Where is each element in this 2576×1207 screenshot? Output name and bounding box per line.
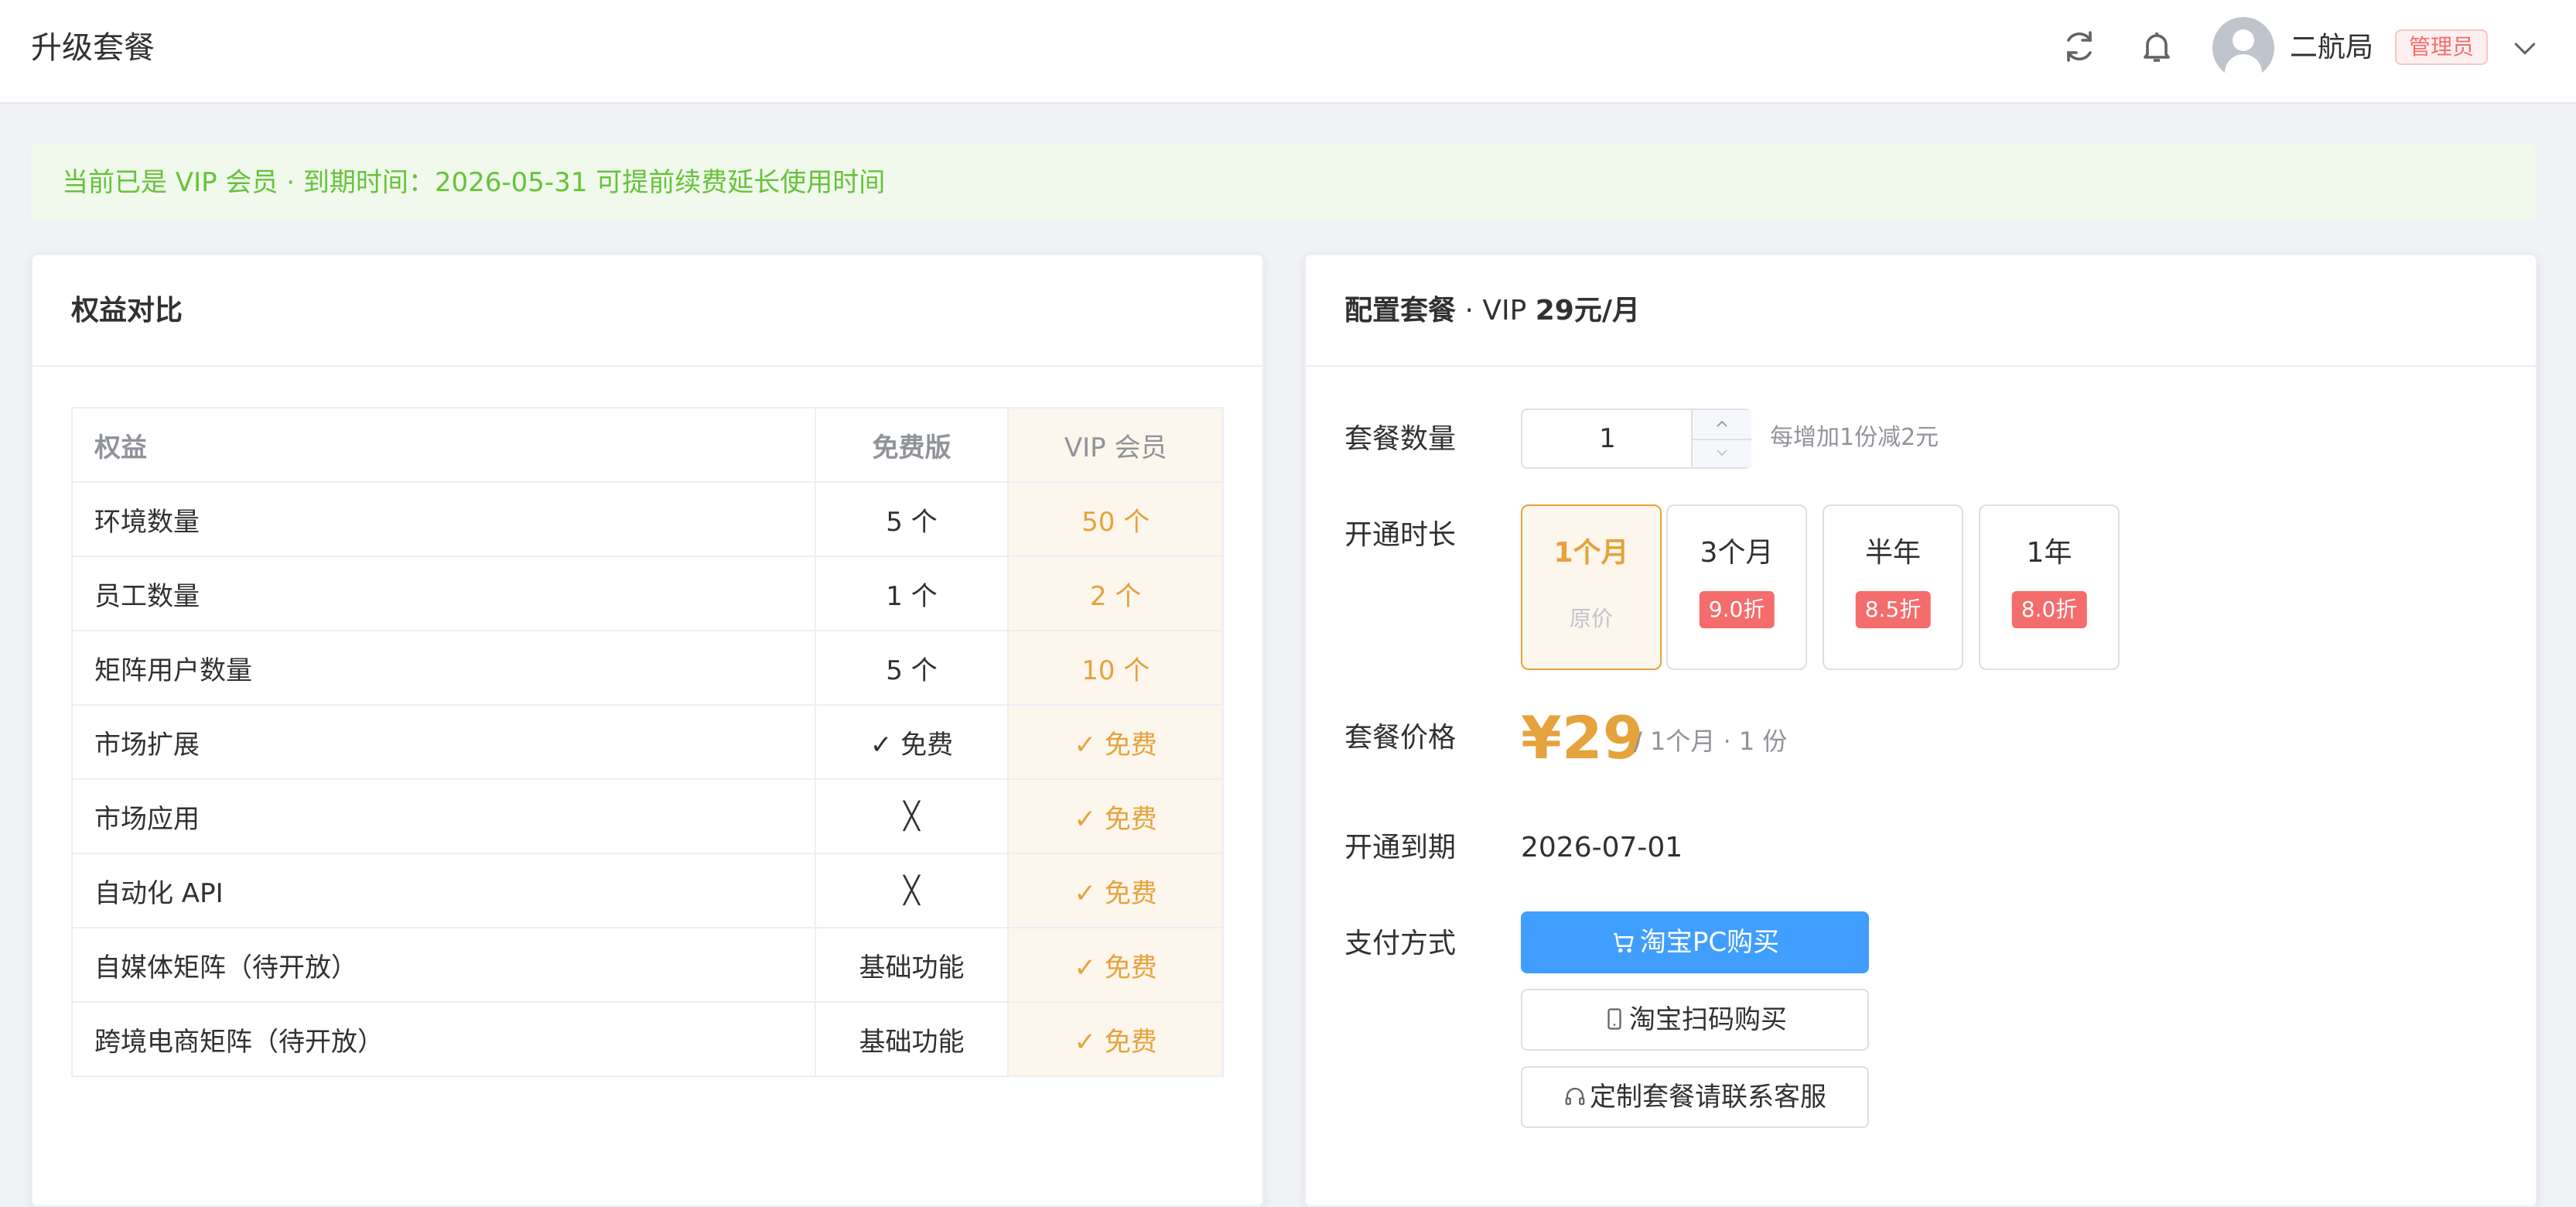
qty-label: 套餐数量 [1344,423,1457,455]
benefits-title: 权益对比 [32,255,1262,367]
decrement-button[interactable] [1693,439,1751,467]
col-benefit: 权益 [71,407,816,483]
vip-value: ✓ 免费 [1007,853,1224,928]
page-title: 升级套餐 [31,30,155,66]
original-price-note: 原价 [1569,606,1613,631]
duration-label: 开通时长 [1344,519,1457,551]
phone-icon [1607,1007,1621,1030]
benefit-name: 自媒体矩阵（待开放） [71,927,816,1003]
vip-status-alert: 当前已是 VIP 会员 · 到期时间：2026-05-31 可提前续费延长使用时… [31,144,2536,221]
table-row: 环境数量 5 个 50 个 [71,481,1224,557]
free-value: 基础功能 [814,927,1010,1003]
free-value: 基础功能 [814,1001,1010,1077]
user-name[interactable]: 二航局 [2290,26,2373,70]
taobao-qr-buy-button[interactable]: 淘宝扫码购买 [1521,989,1869,1051]
benefit-name: 自动化 API [71,853,816,928]
free-value: 1 个 [814,556,1010,631]
benefit-name: 矩阵用户数量 [71,630,816,706]
discount-badge: 9.0折 [1699,591,1775,628]
package-price: ¥29 [1521,703,1644,772]
qty-hint: 每增加1份减2元 [1770,424,1939,451]
headset-icon [1565,1087,1585,1105]
top-header: 升级套餐 二航局 管理员 [0,0,2576,104]
chevron-up-icon [1717,420,1727,427]
free-value: 5 个 [814,630,1010,706]
pay-label: 支付方式 [1344,928,1457,959]
config-card: 配置套餐 · VIP 29元/月 套餐数量 1 每增加1份减2元 开通时长 1个… [1304,254,2537,1207]
duration-option-6m[interactable]: 半年 8.5折 [1823,504,1963,670]
vip-value: ✓ 免费 [1007,927,1224,1003]
table-row: 自动化 API ╳ ✓ 免费 [71,853,1224,928]
vip-value: 2 个 [1007,556,1224,631]
benefit-name: 员工数量 [71,556,816,631]
col-vip: VIP 会员 [1007,407,1224,483]
table-header-row: 权益 免费版 VIP 会员 [71,407,1224,483]
table-row: 自媒体矩阵（待开放） 基础功能 ✓ 免费 [71,927,1224,1003]
duration-option-1m[interactable]: 1个月 原价 [1521,504,1662,670]
chevron-down-icon [1717,450,1727,456]
free-value: ╳ [814,853,1010,928]
discount-badge: 8.0折 [2011,591,2087,628]
table-row: 矩阵用户数量 5 个 10 个 [71,630,1224,706]
bell-icon[interactable] [2138,28,2175,65]
table-row: 市场应用 ╳ ✓ 免费 [71,778,1224,854]
expire-date: 2026-07-01 [1521,832,1683,863]
user-avatar-icon[interactable] [2212,17,2274,79]
table-row: 跨境电商矩阵（待开放） 基础功能 ✓ 免费 [71,1001,1224,1077]
vip-value: 50 个 [1007,481,1224,557]
free-value: ╳ [814,778,1010,854]
discount-badge: 8.5折 [1855,591,1931,628]
benefits-table: 权益 免费版 VIP 会员 环境数量 5 个 50 个 员工数量 1 个 2 个… [71,407,1224,1077]
vip-value: 10 个 [1007,630,1224,706]
benefit-name: 市场扩展 [71,704,816,780]
expire-label: 开通到期 [1344,832,1457,863]
config-title: 配置套餐 · VIP 29元/月 [1306,255,2536,367]
vip-value: ✓ 免费 [1007,704,1224,780]
taobao-pc-buy-button[interactable]: 淘宝PC购买 [1521,911,1869,973]
benefits-card: 权益对比 权益 免费版 VIP 会员 环境数量 5 个 50 个 员工数量 1 … [31,254,1264,1207]
price-label: 套餐价格 [1344,722,1457,754]
free-value: ✓ 免费 [814,704,1010,780]
table-row: 市场扩展 ✓ 免费 ✓ 免费 [71,704,1224,780]
free-value: 5 个 [814,481,1010,557]
quantity-input[interactable]: 1 [1522,410,1693,467]
cart-icon [1614,932,1634,952]
price-note: / 1个月 · 1 份 [1634,727,1788,756]
benefit-name: 市场应用 [71,778,816,854]
refresh-icon[interactable] [2061,28,2098,65]
increment-button[interactable] [1693,410,1751,440]
vip-value: ✓ 免费 [1007,1001,1224,1077]
quantity-stepper[interactable]: 1 [1521,409,1751,469]
chevron-down-icon[interactable] [2509,32,2540,63]
benefit-name: 环境数量 [71,481,816,557]
duration-option-1y[interactable]: 1年 8.0折 [1979,504,2120,670]
benefit-name: 跨境电商矩阵（待开放） [71,1001,816,1077]
duration-option-3m[interactable]: 3个月 9.0折 [1666,504,1807,670]
contact-service-button[interactable]: 定制套餐请联系客服 [1521,1066,1869,1128]
col-free: 免费版 [814,407,1010,483]
vip-value: ✓ 免费 [1007,778,1224,854]
role-badge: 管理员 [2395,29,2489,65]
table-row: 员工数量 1 个 2 个 [71,556,1224,631]
